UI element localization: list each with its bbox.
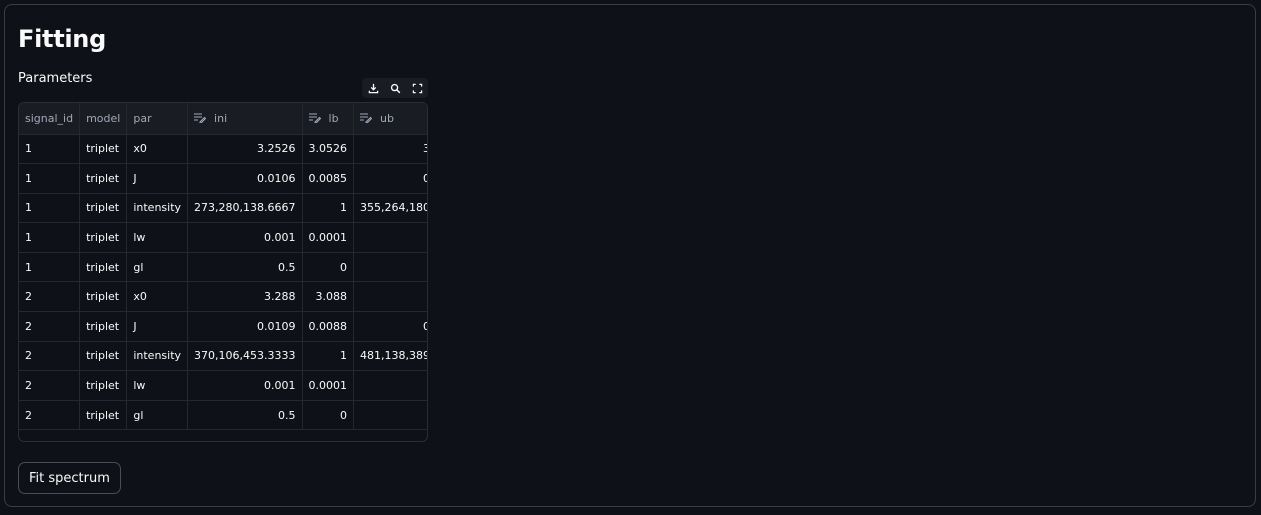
- table-cell-lb[interactable]: 1: [302, 193, 355, 224]
- parameters-table[interactable]: signal_id model par ini lb ub 1 triplet x0…: [18, 102, 428, 442]
- table-row[interactable]: 1tripletlw0.0010.00010.03: [19, 222, 427, 253]
- table-cell-ini[interactable]: 0.5: [187, 252, 303, 283]
- download-icon[interactable]: [362, 78, 384, 98]
- table-cell-model[interactable]: triplet: [79, 370, 128, 401]
- table-row[interactable]: 2tripletJ0.01090.00880.0131: [19, 311, 427, 342]
- table-cell-ub[interactable]: 1: [353, 400, 427, 431]
- table-cell-par[interactable]: intensity: [126, 193, 189, 224]
- table-cell-model[interactable]: triplet: [79, 134, 128, 165]
- col-header-par[interactable]: par: [126, 103, 189, 135]
- table-cell-par[interactable]: gl: [126, 400, 189, 431]
- table-cell-par[interactable]: J: [126, 311, 189, 342]
- table-cell-model[interactable]: triplet: [79, 341, 128, 372]
- table-cell-signal-id[interactable]: 1: [19, 222, 81, 253]
- table-cell-lb[interactable]: 0.0088: [302, 311, 355, 342]
- table-cell-ub[interactable]: 3.4526: [353, 134, 427, 165]
- table-cell-ini[interactable]: 370,106,453.3333: [187, 341, 303, 372]
- table-row[interactable]: 1 triplet intensity 273,280,138.6667 1 355,26…: [19, 193, 427, 224]
- table-cell-ub[interactable]: 0.03: [353, 370, 427, 401]
- col-header-lb[interactable]: lb: [302, 103, 355, 135]
- table-cell-lb[interactable]: 3.0526: [302, 134, 355, 165]
- table-row[interactable]: 2tripletx03.2883.0883.488: [19, 281, 427, 313]
- table-toolbar: [362, 78, 428, 98]
- table-cell-signal-id[interactable]: 1: [19, 163, 81, 194]
- col-header-model[interactable]: model: [79, 103, 128, 135]
- table-cell-ub[interactable]: 0.0131: [353, 311, 427, 342]
- table-cell-ini[interactable]: 0.001: [187, 370, 303, 401]
- table-cell-model[interactable]: triplet: [79, 252, 128, 283]
- col-header-ub[interactable]: ub: [353, 103, 427, 135]
- table-cell-lb[interactable]: 1: [302, 341, 355, 372]
- edit-column-icon: [360, 113, 373, 123]
- col-header-label: lb: [328, 111, 339, 125]
- table-cell-signal-id[interactable]: 1: [19, 134, 81, 165]
- table-cell-model[interactable]: triplet: [79, 311, 128, 342]
- table-cell-par[interactable]: x0: [126, 281, 189, 313]
- table-cell-signal-id[interactable]: 1: [19, 252, 81, 283]
- table-cell-model[interactable]: triplet: [79, 163, 128, 194]
- table-cell-signal-id[interactable]: 2: [19, 370, 81, 401]
- page-title: Fitting: [18, 25, 106, 53]
- table-cell-signal-id[interactable]: 2: [19, 341, 81, 372]
- table-cell-par[interactable]: x0: [126, 134, 189, 165]
- table-cell-lb[interactable]: 0: [302, 400, 355, 431]
- table-cell-ub[interactable]: 1: [353, 252, 427, 283]
- table-cell-ub[interactable]: 0.0128: [353, 163, 427, 194]
- fitting-panel: Fitting Parameters signal_id model par i…: [4, 4, 1256, 507]
- edit-column-icon: [308, 113, 321, 123]
- table-cell-model[interactable]: triplet: [79, 222, 128, 253]
- table-cell-signal-id[interactable]: 2: [19, 400, 81, 431]
- table-cell-signal-id[interactable]: 2: [19, 281, 81, 313]
- table-cell-ub[interactable]: 481,138,389.3333: [353, 341, 427, 372]
- table-cell-ini[interactable]: 0.0106: [187, 163, 303, 194]
- col-header-label: ub: [380, 111, 394, 125]
- table-cell-ub[interactable]: 355,264,180.2667: [353, 193, 427, 224]
- fullscreen-icon[interactable]: [406, 78, 428, 98]
- table-cell-ub[interactable]: 3.488: [353, 281, 427, 313]
- table-row[interactable]: 1tripletgl0.501: [19, 252, 427, 283]
- parameters-label: Parameters: [18, 71, 93, 86]
- table-cell-ini[interactable]: 0.001: [187, 222, 303, 253]
- table-cell-par[interactable]: lw: [126, 370, 189, 401]
- table-header-row: signal_id model par ini lb ub: [19, 103, 427, 135]
- table-cell-model[interactable]: triplet: [79, 193, 128, 224]
- fit-spectrum-button[interactable]: Fit spectrum: [18, 462, 121, 494]
- table-cell-ini[interactable]: 0.5: [187, 400, 303, 431]
- table-cell-ub[interactable]: 0.03: [353, 222, 427, 253]
- table-cell-lb[interactable]: 0.0001: [302, 370, 355, 401]
- table-cell-signal-id[interactable]: 2: [19, 311, 81, 342]
- table-cell-signal-id[interactable]: 1: [19, 193, 81, 224]
- table-cell-ini[interactable]: 0.0109: [187, 311, 303, 342]
- table-cell-par[interactable]: gl: [126, 252, 189, 283]
- col-header-signal-id[interactable]: signal_id: [19, 103, 81, 135]
- search-icon[interactable]: [384, 78, 406, 98]
- table-row[interactable]: 2 triplet intensity 370,106,453.3333 1 481,13…: [19, 341, 427, 372]
- table-cell-par[interactable]: intensity: [126, 341, 189, 372]
- col-header-ini[interactable]: ini: [187, 103, 303, 135]
- table-row[interactable]: 2tripletlw0.0010.00010.03: [19, 370, 427, 401]
- table-cell-ini[interactable]: 273,280,138.6667: [187, 193, 303, 224]
- table-cell-model[interactable]: triplet: [79, 400, 128, 431]
- table-row[interactable]: 2tripletgl0.501: [19, 400, 427, 431]
- table-row[interactable]: 1tripletx03.25263.05263.4526: [19, 134, 427, 165]
- table-cell-lb[interactable]: 3.088: [302, 281, 355, 313]
- edit-column-icon: [194, 113, 207, 123]
- table-cell-model[interactable]: triplet: [79, 281, 128, 313]
- table-row[interactable]: 1tripletJ0.01060.00850.0128: [19, 163, 427, 194]
- table-cell-ini[interactable]: 3.2526: [187, 134, 303, 165]
- table-cell-lb[interactable]: 0.0085: [302, 163, 355, 194]
- table-cell-lb[interactable]: 0: [302, 252, 355, 283]
- table-cell-par[interactable]: lw: [126, 222, 189, 253]
- col-header-label: ini: [214, 111, 228, 125]
- table-cell-lb[interactable]: 0.0001: [302, 222, 355, 253]
- table-cell-par[interactable]: J: [126, 163, 189, 194]
- table-cell-ini[interactable]: 3.288: [187, 281, 303, 313]
